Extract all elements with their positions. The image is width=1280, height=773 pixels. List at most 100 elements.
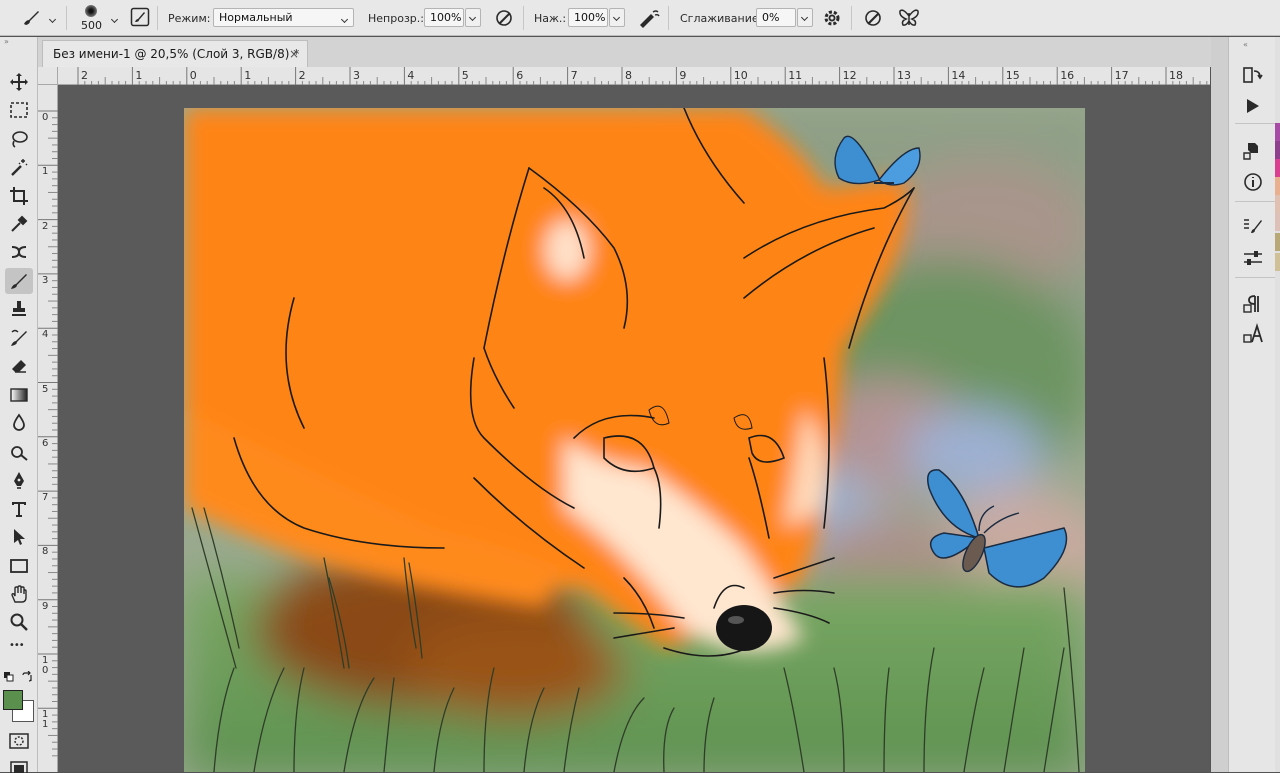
ruler-number: 18 (1169, 69, 1183, 82)
brush-tool[interactable] (5, 268, 33, 294)
brush-tip-icon (85, 5, 97, 17)
brush-icon (11, 274, 27, 289)
fox-painting[interactable] (184, 108, 1085, 772)
3d-icon[interactable] (1241, 139, 1265, 161)
vertical-ruler[interactable]: 0 1 2 3 4 5 6 7 8 9 1 0 1 1 (38, 85, 58, 772)
marquee-tool[interactable] (5, 97, 33, 123)
gradient-tool[interactable] (5, 382, 33, 408)
type-tool[interactable] (5, 496, 33, 522)
default-colors-icon[interactable] (3, 671, 15, 683)
pressure-size-icon[interactable] (862, 7, 884, 29)
brush-size-picker[interactable]: 500 (76, 3, 106, 33)
clone-stamp-icon (12, 301, 26, 316)
swatch-sand[interactable] (1275, 253, 1280, 271)
brush-size-value: 500 (81, 19, 102, 32)
chevron-down-icon[interactable] (108, 11, 120, 23)
swatch-olive[interactable] (1275, 233, 1280, 251)
eraser-icon (12, 360, 26, 373)
ruler-number: 5 (461, 69, 469, 82)
magic-wand-tool[interactable] (5, 154, 33, 180)
eraser-tool[interactable] (5, 353, 33, 379)
divider (157, 6, 158, 30)
swatch-purple[interactable] (1275, 123, 1280, 141)
ruler-number: 4 (42, 329, 49, 341)
pen-tool[interactable] (5, 467, 33, 493)
screen-mode-icon[interactable] (10, 761, 28, 773)
info-icon[interactable] (1241, 171, 1265, 193)
quick-mask-icon[interactable] (9, 733, 29, 749)
symmetry-butterfly-icon[interactable] (897, 7, 921, 29)
crop-tool[interactable] (5, 183, 33, 209)
lasso-tool[interactable] (5, 126, 33, 152)
divider (851, 6, 852, 30)
flow-field[interactable]: 100% (568, 8, 608, 27)
swap-colors-icon[interactable] (21, 671, 33, 683)
character-icon[interactable] (1241, 323, 1265, 345)
swatch-peach[interactable] (1275, 177, 1280, 195)
chevron-down-icon[interactable] (46, 11, 58, 23)
canvas-workspace[interactable] (58, 85, 1210, 772)
ruler-origin[interactable] (38, 67, 58, 85)
ruler-number: 9 (42, 600, 49, 612)
mode-label: Режим: (168, 11, 211, 25)
zoom-tool[interactable] (5, 609, 33, 635)
gear-icon[interactable] (822, 8, 842, 28)
crop-icon (10, 187, 28, 205)
adjustments-icon[interactable] (1241, 247, 1265, 269)
eyedropper-icon (11, 215, 28, 232)
close-icon[interactable]: × (289, 41, 299, 67)
document-tab[interactable]: Без имени-1 @ 20,5% (Слой 3, RGB/8) * × (42, 40, 308, 67)
hand-tool[interactable] (5, 581, 33, 607)
opacity-dropdown-button[interactable] (465, 8, 481, 27)
swatch-violet[interactable] (1275, 141, 1280, 159)
eyedropper-tool[interactable] (5, 211, 33, 237)
ruler-number: 9 (679, 69, 687, 82)
history-brush-tool[interactable] (5, 325, 33, 351)
dodge-tool[interactable] (5, 439, 33, 465)
chevron-down-icon (338, 11, 350, 23)
divider (523, 6, 524, 30)
stamp-tool[interactable] (5, 296, 33, 322)
ruler-number: 14 (951, 69, 966, 82)
ruler-number: 1 (42, 166, 49, 178)
ruler-number: 0 (42, 112, 49, 123)
flow-dropdown-button[interactable] (609, 8, 625, 27)
smoothing-label: Сглаживание: (680, 11, 763, 25)
blur-tool[interactable] (5, 410, 33, 436)
panel-grip[interactable]: » (0, 38, 42, 46)
ruler-number: 0 (189, 69, 197, 82)
divider (66, 6, 67, 30)
blend-mode-select[interactable]: Нормальный (213, 8, 354, 27)
zoom-icon (10, 613, 28, 631)
paragraph-icon[interactable] (1241, 293, 1265, 315)
healing-tool[interactable] (5, 239, 33, 265)
swatch-rose[interactable] (1275, 213, 1280, 231)
foreground-color-swatch[interactable] (3, 690, 23, 710)
actions-play-icon[interactable] (1241, 95, 1265, 117)
brush-preset-icon[interactable] (20, 8, 42, 28)
smoothing-dropdown-button[interactable] (797, 8, 813, 27)
ruler-number: 7 (42, 492, 49, 504)
smoothing-field[interactable]: 0% (756, 8, 796, 27)
rectangle-tool[interactable] (5, 553, 33, 579)
path-select-tool[interactable] (5, 524, 33, 550)
horizontal-ruler[interactable]: 2 1 0 1 2 3 4 5 6 7 8 9 10 11 12 13 14 15 16 17 18 (58, 67, 1210, 85)
panel-grip[interactable]: « (1243, 40, 1248, 49)
pressure-opacity-icon[interactable] (493, 7, 515, 29)
brush-settings-icon[interactable] (1241, 215, 1265, 237)
ruler-ticks (77, 67, 1208, 85)
history-icon[interactable] (1241, 65, 1265, 87)
pressure-label: Наж.: (534, 11, 567, 25)
more-tools-button[interactable]: ••• (9, 640, 25, 651)
ruler-number: 1 1 (42, 709, 49, 731)
swatch-light-pink[interactable] (1275, 195, 1280, 213)
ruler-number: 8 (625, 69, 632, 82)
opacity-field[interactable]: 100% (424, 8, 464, 27)
hand-icon (11, 585, 27, 603)
history-brush-icon (11, 329, 27, 346)
airbrush-icon[interactable] (637, 7, 661, 29)
panel-divider (1235, 123, 1275, 124)
swatch-magenta[interactable] (1275, 159, 1280, 177)
brush-panel-toggle-icon[interactable] (130, 7, 150, 27)
move-tool[interactable] (5, 69, 33, 95)
